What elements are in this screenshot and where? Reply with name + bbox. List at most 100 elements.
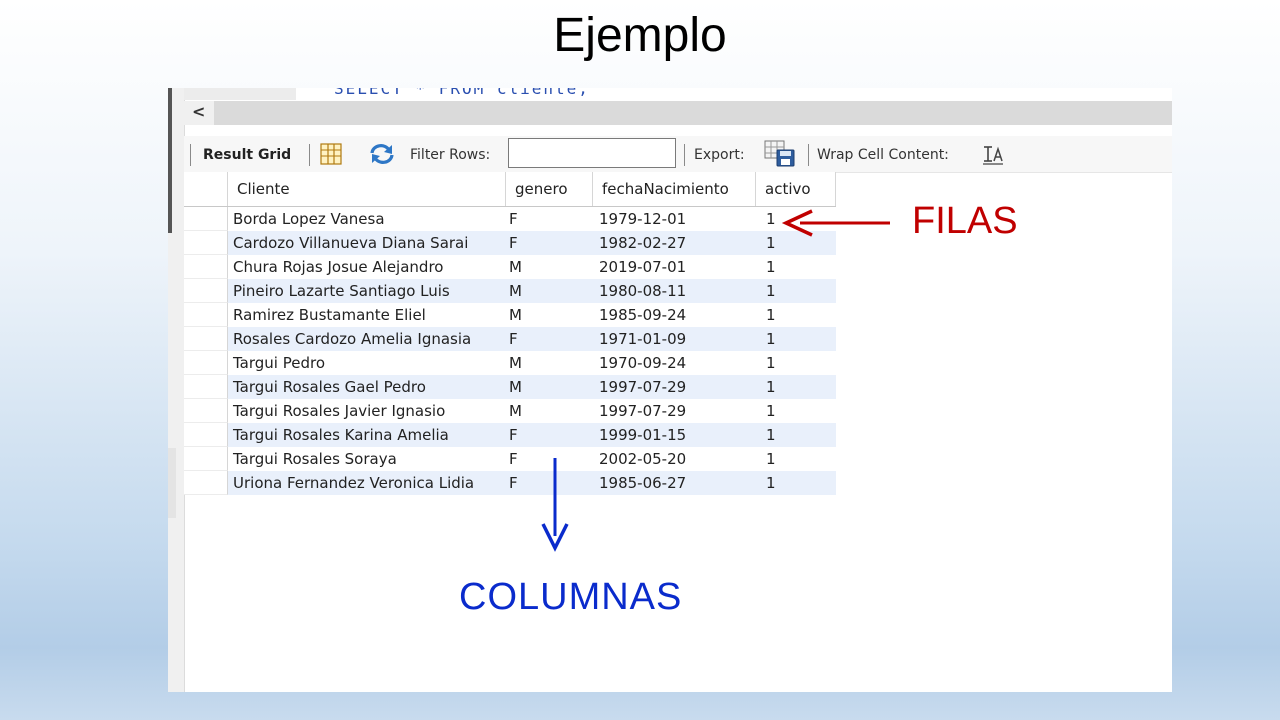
cell-fechanacimiento[interactable]: 2002-05-20 [599,450,686,468]
row-header[interactable] [184,303,228,327]
cell-genero[interactable]: M [509,282,522,300]
table-row[interactable]: Rosales Cardozo Amelia Ignasia F 1971-01-0… [184,327,836,351]
sql-editor-strip[interactable]: SELECT * FROM cliente; [184,88,1172,100]
cell-cliente[interactable]: Rosales Cardozo Amelia Ignasia [233,330,471,348]
cell-cliente[interactable]: Chura Rojas Josue Alejandro [233,258,443,276]
filter-rows-label: Filter Rows: [410,147,491,163]
cell-activo[interactable]: 1 [766,306,776,324]
row-header[interactable] [184,231,228,255]
row-header[interactable] [184,207,228,231]
cell-fechanacimiento[interactable]: 1997-07-29 [599,402,686,420]
cell-fechanacimiento[interactable]: 2019-07-01 [599,258,686,276]
cell-cliente[interactable]: Uriona Fernandez Veronica Lidia [233,474,474,492]
cell-fechanacimiento[interactable]: 1985-09-24 [599,306,686,324]
cell-cliente[interactable]: Targui Rosales Karina Amelia [233,426,449,444]
slide-title: Ejemplo [553,9,727,62]
table-row[interactable]: Ramirez Bustamante Eliel M 1985-09-24 1 [184,303,836,327]
table-row[interactable]: Chura Rojas Josue Alejandro M 2019-07-01 1 [184,255,836,279]
panel-handle [168,448,176,518]
cell-genero[interactable]: F [509,474,518,492]
cell-cliente[interactable]: Borda Lopez Vanesa [233,210,385,228]
cell-fechanacimiento[interactable]: 1982-02-27 [599,234,686,252]
cell-genero[interactable]: F [509,234,518,252]
cell-activo[interactable]: 1 [766,282,776,300]
row-header[interactable] [184,447,228,471]
row-header[interactable] [184,255,228,279]
table-row[interactable]: Uriona Fernandez Veronica Lidia F 1985-06-… [184,471,836,495]
column-header-genero[interactable]: genero [506,172,593,206]
row-header[interactable] [184,423,228,447]
scroll-left-button[interactable]: < [192,102,205,121]
refresh-icon[interactable] [368,142,396,166]
cell-fechanacimiento[interactable]: 1999-01-15 [599,426,686,444]
column-header-cliente[interactable]: Cliente [228,172,506,206]
editor-code[interactable]: SELECT * FROM cliente; [334,88,590,98]
cell-genero[interactable]: F [509,426,518,444]
cell-cliente[interactable]: Targui Rosales Gael Pedro [233,378,426,396]
result-grid: Cliente genero fechaNacimiento activo Bo… [184,172,836,495]
row-header[interactable] [184,399,228,423]
wrap-text-icon[interactable] [982,145,1004,165]
rows-annotation-label: FILAS [912,200,1018,242]
cell-genero[interactable]: M [509,306,522,324]
table-row[interactable]: Targui Rosales Karina Amelia F 1999-01-15 1 [184,423,836,447]
cell-genero[interactable]: M [509,258,522,276]
wrap-cell-content-label: Wrap Cell Content: [817,147,949,163]
cell-genero[interactable]: M [509,402,522,420]
row-header[interactable] [184,375,228,399]
row-header-corner [184,172,228,206]
cell-activo[interactable]: 1 [766,378,776,396]
row-header[interactable] [184,471,228,495]
column-header-activo[interactable]: activo [756,172,836,206]
cell-genero[interactable]: F [509,210,518,228]
table-row[interactable]: Pineiro Lazarte Santiago Luis M 1980-08-11… [184,279,836,303]
cell-cliente[interactable]: Pineiro Lazarte Santiago Luis [233,282,450,300]
cell-fechanacimiento[interactable]: 1997-07-29 [599,378,686,396]
table-row[interactable]: Targui Rosales Javier Ignasio M 1997-07-29… [184,399,836,423]
toolbar-separator [190,144,191,166]
cell-activo[interactable]: 1 [766,354,776,372]
cell-fechanacimiento[interactable]: 1971-01-09 [599,330,686,348]
row-header[interactable] [184,327,228,351]
cell-activo[interactable]: 1 [766,426,776,444]
horizontal-scrollbar[interactable]: < [184,101,1172,125]
toolbar-separator [309,144,310,166]
filter-rows-input[interactable] [508,138,676,168]
panel-divider [168,88,172,233]
table-row[interactable]: Cardozo Villanueva Diana Sarai F 1982-02-2… [184,231,836,255]
table-row[interactable]: Borda Lopez Vanesa F 1979-12-01 1 [184,207,836,231]
cell-fechanacimiento[interactable]: 1980-08-11 [599,282,686,300]
cell-cliente[interactable]: Targui Pedro [233,354,325,372]
export-icon[interactable] [764,140,796,168]
cell-activo[interactable]: 1 [766,402,776,420]
cell-fechanacimiento[interactable]: 1970-09-24 [599,354,686,372]
scrollbar-track[interactable] [214,101,1172,125]
editor-gutter [184,88,296,100]
cell-activo[interactable]: 1 [766,210,776,228]
row-header[interactable] [184,351,228,375]
cell-cliente[interactable]: Ramirez Bustamante Eliel [233,306,426,324]
cell-genero[interactable]: M [509,354,522,372]
cell-activo[interactable]: 1 [766,330,776,348]
cell-activo[interactable]: 1 [766,450,776,468]
cell-fechanacimiento[interactable]: 1985-06-27 [599,474,686,492]
export-label: Export: [694,147,745,163]
cell-cliente[interactable]: Targui Rosales Javier Ignasio [233,402,445,420]
table-row[interactable]: Targui Rosales Soraya F 2002-05-20 1 [184,447,836,471]
result-toolbar: Result Grid Filter Rows: Export: Wrap Ce… [184,136,1172,173]
cell-genero[interactable]: M [509,378,522,396]
table-row[interactable]: Targui Pedro M 1970-09-24 1 [184,351,836,375]
cell-fechanacimiento[interactable]: 1979-12-01 [599,210,686,228]
cell-cliente[interactable]: Cardozo Villanueva Diana Sarai [233,234,468,252]
cell-genero[interactable]: F [509,450,518,468]
cell-activo[interactable]: 1 [766,258,776,276]
row-header[interactable] [184,279,228,303]
column-header-fechanacimiento[interactable]: fechaNacimiento [593,172,756,206]
result-grid-button[interactable]: Result Grid [203,147,291,163]
grid-columns-icon[interactable] [320,143,342,165]
cell-cliente[interactable]: Targui Rosales Soraya [233,450,397,468]
cell-activo[interactable]: 1 [766,474,776,492]
cell-genero[interactable]: F [509,330,518,348]
cell-activo[interactable]: 1 [766,234,776,252]
table-row[interactable]: Targui Rosales Gael Pedro M 1997-07-29 1 [184,375,836,399]
